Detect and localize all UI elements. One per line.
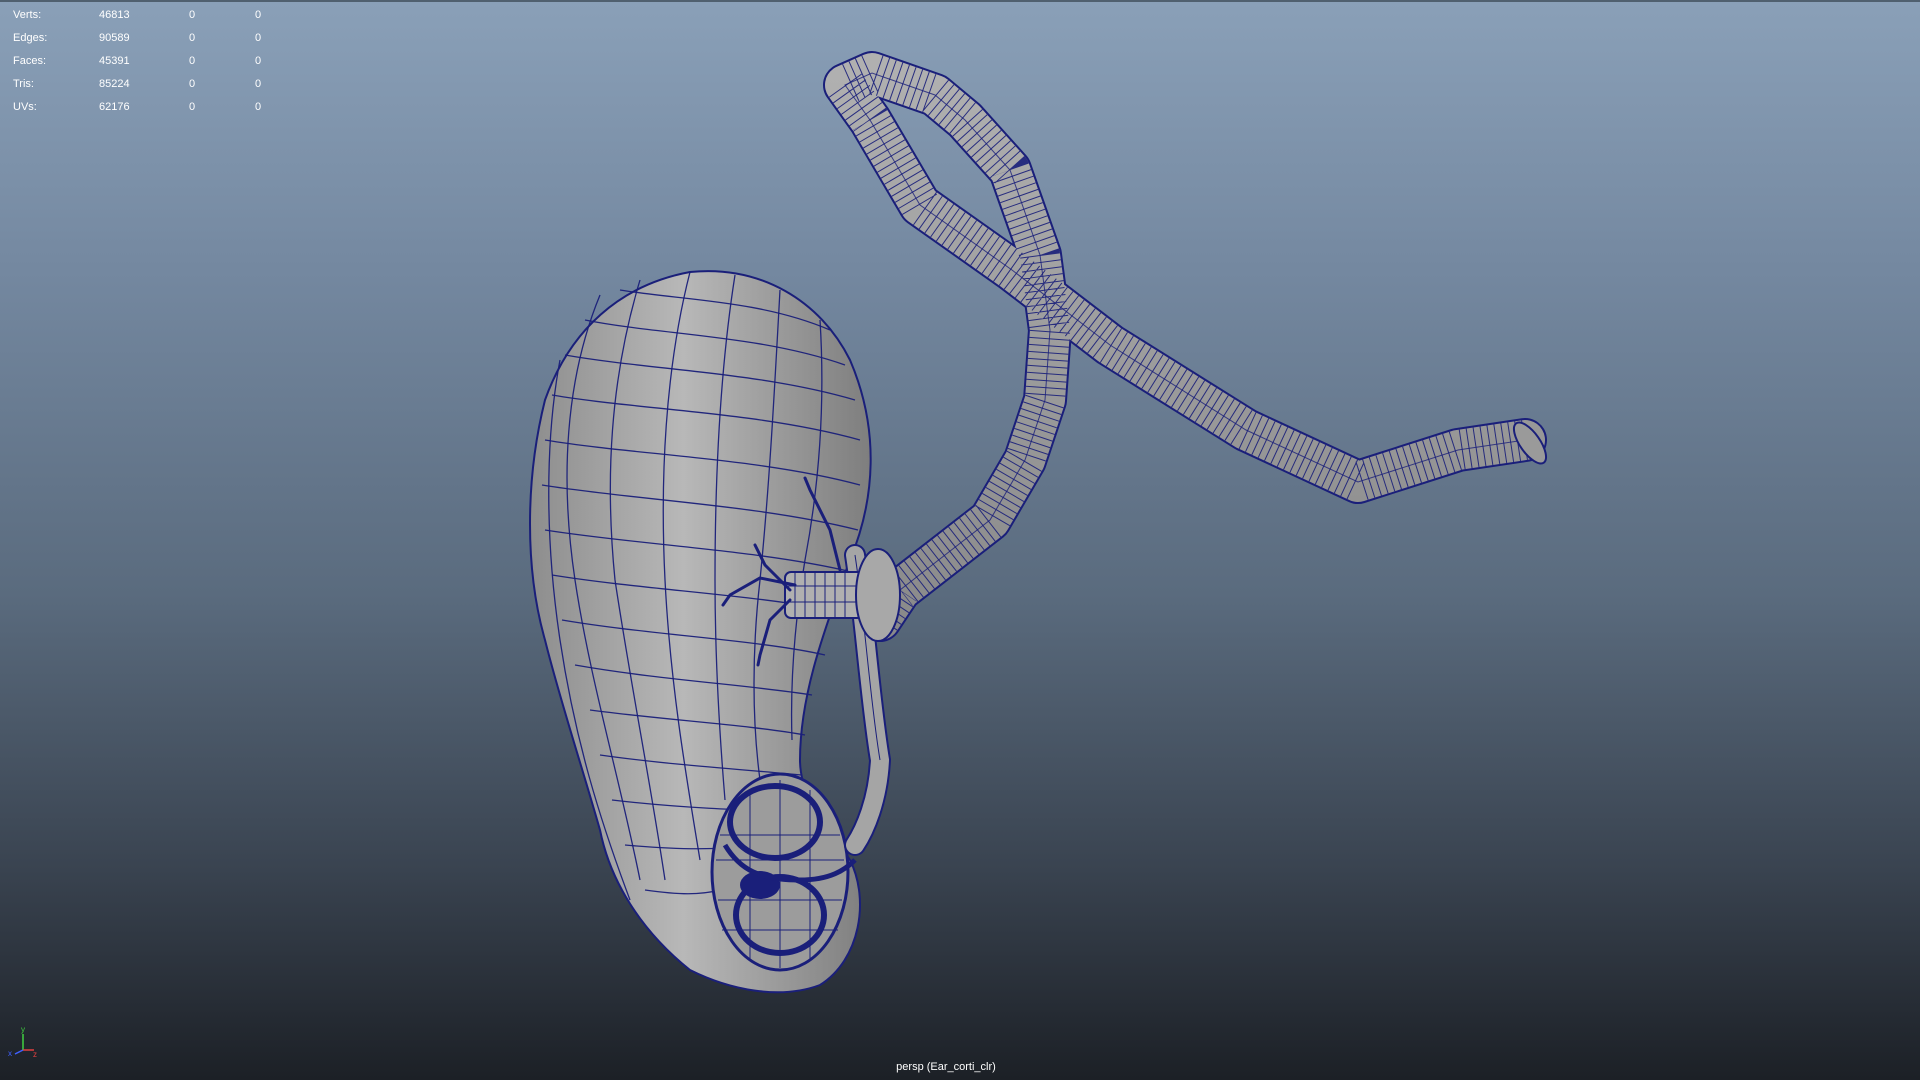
hud-total: 62176: [99, 101, 130, 113]
z-axis-line: [14, 1049, 24, 1055]
hud-total: 46813: [99, 9, 130, 21]
axis-gizmo: y x z: [8, 1025, 37, 1058]
hud-label: Edges:: [13, 32, 48, 44]
hud-label: UVs:: [13, 101, 37, 113]
hud-selected: 0: [189, 9, 196, 21]
cochlea-body[interactable]: [529, 270, 872, 994]
hud-row-tris: Tris: 85224 0 0: [13, 73, 273, 96]
hud-row-uvs: UVs: 62176 0 0: [13, 96, 273, 119]
x-axis-label: x: [8, 1049, 12, 1058]
hud-selected: 0: [189, 78, 196, 90]
hud-label: Tris:: [13, 78, 34, 90]
camera-name-label: persp (Ear_corti_clr): [896, 1061, 996, 1073]
hud-selected: 0: [189, 55, 196, 67]
hud-label: Faces:: [13, 55, 47, 67]
hud-total: 85224: [99, 78, 130, 90]
hud-row-faces: Faces: 45391 0 0: [13, 50, 273, 73]
hud-row-edges: Edges: 90589 0 0: [13, 27, 273, 50]
hud-selected-2: 0: [255, 78, 262, 90]
hud-selected-2: 0: [255, 9, 262, 21]
z-axis-label: z: [33, 1050, 37, 1058]
hud-selected: 0: [189, 32, 196, 44]
semicircular-canal-tube[interactable]: [823, 51, 1552, 642]
y-axis-label: y: [21, 1025, 25, 1034]
ear-model-mesh[interactable]: [0, 0, 1920, 1080]
3d-viewport[interactable]: Verts: 46813 0 0 Edges: 90589 0 0 Faces:…: [0, 0, 1920, 1080]
poly-count-hud: Verts: 46813 0 0 Edges: 90589 0 0 Faces:…: [13, 4, 273, 119]
hud-row-verts: Verts: 46813 0 0: [13, 4, 273, 27]
hud-total: 45391: [99, 55, 130, 67]
hud-selected-2: 0: [255, 55, 262, 67]
hud-selected-2: 0: [255, 32, 262, 44]
hud-total: 90589: [99, 32, 130, 44]
hud-label: Verts:: [13, 9, 42, 21]
hud-selected-2: 0: [255, 101, 262, 113]
hud-selected: 0: [189, 101, 196, 113]
